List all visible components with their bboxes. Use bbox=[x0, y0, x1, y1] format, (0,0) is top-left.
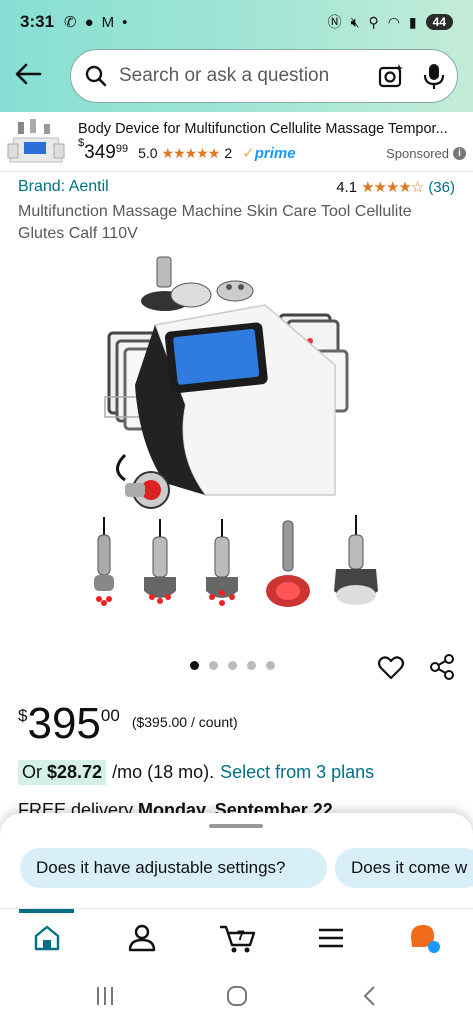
dot-icon: • bbox=[122, 13, 128, 31]
attachment-4 bbox=[266, 520, 310, 607]
product-image[interactable] bbox=[95, 255, 380, 520]
back-arrow-icon[interactable] bbox=[12, 58, 44, 90]
account-icon[interactable] bbox=[125, 921, 159, 955]
cart-count: 7 bbox=[237, 927, 245, 943]
suggestion-chip[interactable]: Does it come w bbox=[335, 848, 473, 888]
image-pagination[interactable] bbox=[190, 661, 275, 670]
pagination-dot[interactable] bbox=[266, 661, 275, 670]
sponsored-ad[interactable]: Body Device for Multifunction Cellulite … bbox=[0, 112, 473, 172]
cart-icon[interactable]: 7 bbox=[218, 921, 256, 955]
location-icon: ⚲ bbox=[368, 13, 379, 30]
attachment-heads-image bbox=[94, 515, 378, 607]
share-icon[interactable] bbox=[428, 653, 456, 681]
product-title: Multifunction Massage Machine Skin Care … bbox=[18, 203, 412, 242]
rating-count[interactable]: (36) bbox=[428, 179, 455, 196]
ad-title[interactable]: Body Device for Multifunction Cellulite … bbox=[78, 121, 463, 137]
status-time: 3:31 bbox=[20, 12, 55, 31]
finance-term: /mo (18 mo). bbox=[112, 762, 215, 782]
pagination-dot[interactable] bbox=[228, 661, 237, 670]
heart-icon[interactable] bbox=[377, 653, 405, 681]
ad-price: $34999 bbox=[78, 137, 129, 163]
menu-icon[interactable] bbox=[314, 921, 348, 955]
prime-badge: ✓prime bbox=[242, 145, 296, 162]
chat-icon: ● bbox=[84, 13, 94, 31]
info-icon[interactable]: i bbox=[453, 146, 466, 160]
status-bar: 3:31 ✆ ● M • Ⓝ 🔇︎ ⚲ ◠ ▮ 44 bbox=[0, 0, 473, 44]
ad-rating: 5.0 bbox=[138, 145, 158, 161]
pagination-dot[interactable] bbox=[247, 661, 256, 670]
price-symbol: $ bbox=[18, 706, 28, 725]
nav-active-indicator bbox=[19, 909, 74, 913]
attachment-2 bbox=[144, 519, 176, 604]
price-per-unit: ($395.00 / count) bbox=[131, 714, 238, 730]
recent-apps-icon[interactable] bbox=[93, 984, 117, 1008]
ad-details: $34999 5.0 ★★★★★ 2 ✓prime Sponsored i bbox=[78, 137, 466, 164]
system-nav-bar bbox=[0, 966, 473, 1024]
nfc-icon: Ⓝ bbox=[327, 14, 342, 30]
attachment-3 bbox=[206, 519, 238, 606]
rating-value: 4.1 bbox=[336, 178, 358, 196]
attachment-5 bbox=[334, 515, 378, 605]
bottom-nav: 7 bbox=[0, 908, 473, 966]
product-rating[interactable]: 4.1 ★★★★☆ (36) bbox=[336, 178, 455, 197]
financing-offer: Or $28.72 /mo (18 mo). Select from 3 pla… bbox=[18, 760, 374, 785]
microphone-icon[interactable] bbox=[423, 62, 445, 90]
search-icon bbox=[85, 65, 107, 87]
suggestion-chip[interactable]: Does it have adjustable settings? bbox=[20, 848, 327, 888]
pagination-dot[interactable] bbox=[209, 661, 218, 670]
pagination-dot[interactable] bbox=[190, 661, 199, 670]
rufus-suggestions-sheet: Does it have adjustable settings? Does i… bbox=[0, 813, 473, 913]
gmail-icon: M bbox=[101, 13, 115, 31]
sponsored-label[interactable]: Sponsored i bbox=[386, 146, 466, 161]
search-bar[interactable] bbox=[70, 49, 458, 103]
brand-link[interactable]: Brand: Aentil bbox=[18, 178, 109, 196]
ad-product-thumbnail[interactable] bbox=[6, 116, 66, 168]
rating-stars: ★★★★☆ bbox=[361, 179, 424, 196]
home-icon[interactable] bbox=[30, 921, 64, 955]
mute-icon: 🔇︎ bbox=[350, 13, 360, 30]
price-cents: 00 bbox=[100, 706, 120, 725]
product-page: 3:31 ✆ ● M • Ⓝ 🔇︎ ⚲ ◠ ▮ 44 Search or ask… bbox=[0, 0, 473, 1024]
missed-call-icon: ✆ bbox=[64, 14, 77, 31]
finance-highlight: Or $28.72 bbox=[18, 760, 107, 785]
camera-lens-icon[interactable] bbox=[377, 62, 405, 90]
ad-stars: ★★★★★ bbox=[161, 144, 221, 161]
search-input[interactable] bbox=[119, 65, 377, 87]
wifi-icon: ◠ bbox=[387, 13, 400, 30]
attachment-1 bbox=[94, 517, 114, 606]
price: $ 395 00 ($395.00 / count) bbox=[18, 700, 238, 748]
home-button-icon[interactable] bbox=[225, 984, 249, 1008]
sheet-drag-handle[interactable] bbox=[209, 824, 263, 828]
header: 3:31 ✆ ● M • Ⓝ 🔇︎ ⚲ ◠ ▮ 44 bbox=[0, 0, 473, 112]
select-plans-link[interactable]: Select from 3 plans bbox=[220, 762, 374, 783]
prime-check-icon: ✓ bbox=[242, 145, 255, 162]
ad-review-count: 2 bbox=[224, 145, 233, 161]
rufus-icon[interactable] bbox=[408, 921, 442, 955]
battery-indicator: 44 bbox=[425, 14, 453, 30]
back-button-icon[interactable] bbox=[358, 984, 382, 1008]
signal-icon: ▮ bbox=[408, 13, 417, 30]
price-whole: 395 bbox=[27, 699, 101, 748]
